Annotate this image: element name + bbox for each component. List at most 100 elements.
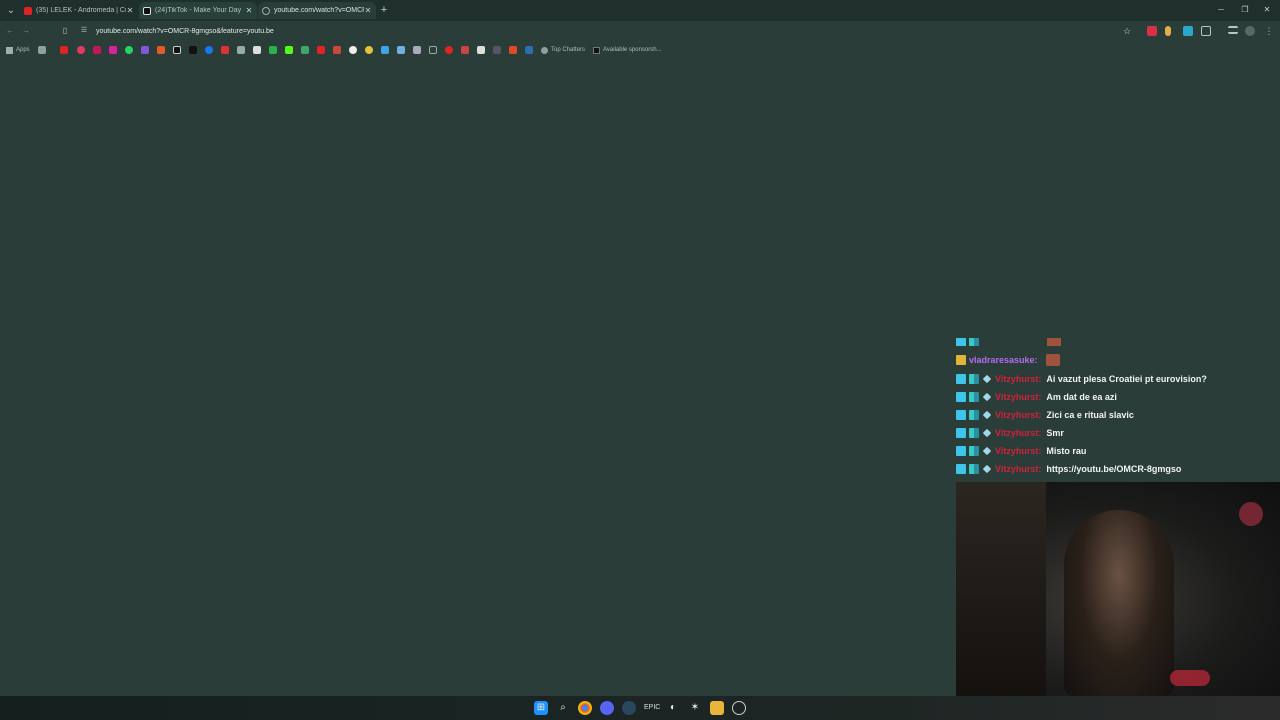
- steam-icon[interactable]: [622, 701, 636, 715]
- restore-button[interactable]: ❐: [1238, 4, 1252, 16]
- globe-icon: [541, 46, 548, 54]
- x-twitter-icon[interactable]: [173, 46, 181, 54]
- extension-icon[interactable]: [1165, 26, 1171, 36]
- bookmark-icon[interactable]: [525, 46, 533, 54]
- new-tab-button[interactable]: +: [378, 3, 390, 17]
- tab-title: (35) LELEK - Andromeda | Croati: [36, 7, 126, 14]
- site-info-icon[interactable]: ☰: [80, 27, 88, 35]
- address-bar[interactable]: ☰ youtube.com/watch?v=OMCR-8gmgso&featur…: [80, 24, 1140, 38]
- bookmark-star-icon[interactable]: ☆: [1121, 25, 1133, 37]
- profile-avatar[interactable]: [1245, 26, 1255, 36]
- bookmark-icon[interactable]: [509, 46, 517, 54]
- bookmark-icon[interactable]: [93, 46, 101, 54]
- close-icon[interactable]: ✕: [245, 6, 253, 15]
- top-chatters-bookmark[interactable]: Top Chatters: [541, 45, 585, 55]
- available-sponsorship-bookmark[interactable]: Available sponsorsh...: [593, 45, 662, 55]
- discord-icon[interactable]: [600, 701, 614, 715]
- kick-icon[interactable]: [285, 46, 293, 54]
- bookmarks-bar: Apps Top Chatters Available sponsorsh...: [0, 42, 1280, 58]
- bookmark-icon[interactable]: [413, 46, 421, 54]
- forward-button[interactable]: →: [20, 25, 32, 37]
- tab-tiktok[interactable]: (24)TikTok - Make Your Day ✕: [139, 2, 257, 19]
- tab-youtube-link[interactable]: youtube.com/watch?v=OMCR- ✕: [258, 2, 376, 19]
- bookmark-icon[interactable]: [477, 46, 485, 54]
- available-sponsorship-label: Available sponsorsh...: [603, 47, 662, 53]
- bookmark-icon[interactable]: [269, 46, 277, 54]
- chat-username: Vitzyhurst:: [995, 410, 1042, 420]
- bookmark-icon[interactable]: [493, 46, 501, 54]
- prime-badge-icon: [956, 392, 966, 402]
- bookmark-icon[interactable]: [365, 46, 373, 54]
- bookmark-icon[interactable]: [397, 46, 405, 54]
- bookmark-icon[interactable]: [333, 46, 341, 54]
- close-icon[interactable]: ✕: [364, 6, 372, 15]
- apps-grid-icon: [6, 46, 13, 54]
- prime-badge-icon: [956, 428, 966, 438]
- sub-badge-icon: [969, 338, 979, 346]
- app-icon[interactable]: ◐: [666, 701, 680, 715]
- chat-message: Vitzyhurst: Smr: [956, 426, 1064, 440]
- window-close-button[interactable]: ✕: [1260, 4, 1274, 16]
- instagram-icon[interactable]: [109, 46, 117, 54]
- more-menu-icon[interactable]: ⋮: [1264, 26, 1274, 36]
- youtube-icon: [24, 6, 32, 15]
- chat-text: Ai vazut plesa Croatiei pt eurovision?: [1046, 374, 1207, 384]
- bookmark-icon[interactable]: [38, 46, 46, 54]
- bookmark-icon[interactable]: [237, 46, 245, 54]
- chat-username: Vitzyhurst:: [995, 392, 1042, 402]
- browser-toolbar: ← → ▯ ☰ youtube.com/watch?v=OMCR-8gmgso&…: [0, 21, 1280, 57]
- bookmark-icon[interactable]: [349, 46, 357, 54]
- bookmark-icon[interactable]: [253, 46, 261, 54]
- prime-badge-icon: [956, 374, 966, 384]
- bookmark-icon[interactable]: [77, 46, 85, 54]
- extension-icon[interactable]: [1147, 26, 1157, 36]
- gem-badge-icon: [982, 392, 992, 402]
- epic-games-icon[interactable]: EPIC: [644, 701, 660, 715]
- bookmark-icon[interactable]: [445, 46, 453, 54]
- bookmark-icon[interactable]: [221, 46, 229, 54]
- chat-message: vladraresasuke:: [956, 353, 1060, 367]
- obs-icon[interactable]: [732, 701, 746, 715]
- file-explorer-icon[interactable]: [710, 701, 724, 715]
- streamer-figure: [1064, 510, 1174, 696]
- search-icon[interactable]: ⌕: [556, 701, 570, 715]
- bookmark-icon[interactable]: [429, 46, 437, 54]
- extension-icon[interactable]: [1183, 26, 1193, 36]
- chat-text: Misto rau: [1046, 446, 1087, 456]
- apps-label: Apps: [16, 47, 30, 53]
- tab-search-chevron-icon[interactable]: ⌄: [4, 4, 18, 17]
- chat-username: Vitzyhurst:: [995, 374, 1042, 384]
- bookmark-icon: [593, 46, 600, 54]
- youtube-bookmark-icon[interactable]: [60, 46, 68, 54]
- bookmark-icon[interactable]: [141, 46, 149, 54]
- bookmark-icon[interactable]: [381, 46, 389, 54]
- sub-badge-icon: [969, 428, 979, 438]
- windows-start-icon[interactable]: ⊞: [534, 701, 548, 715]
- close-icon[interactable]: ✕: [126, 6, 134, 15]
- webcam-overlay: [956, 482, 1280, 696]
- bookmark-icon[interactable]: [317, 46, 325, 54]
- sub-badge-icon: [969, 446, 979, 456]
- extensions-puzzle-icon[interactable]: [1201, 26, 1211, 36]
- tiktok-bookmark-icon[interactable]: [189, 46, 197, 54]
- gem-badge-icon: [982, 464, 992, 474]
- webcam-light: [1170, 670, 1210, 686]
- facebook-icon[interactable]: [205, 46, 213, 54]
- sidebar-icon[interactable]: ▯: [59, 25, 71, 37]
- whatsapp-icon[interactable]: [125, 46, 133, 54]
- bookmark-icon[interactable]: [301, 46, 309, 54]
- bookmark-icon[interactable]: [461, 46, 469, 54]
- minimize-button[interactable]: ─: [1214, 4, 1228, 16]
- prime-badge-icon: [956, 338, 966, 346]
- address-bar-url: youtube.com/watch?v=OMCR-8gmgso&feature=…: [96, 27, 274, 35]
- prime-badge-icon: [956, 410, 966, 420]
- stream-chat-overlay: vladraresasuke: Vitzyhurst: Ai vazut ple…: [956, 338, 1280, 482]
- apps-bookmark[interactable]: Apps: [6, 45, 30, 55]
- bookmark-icon[interactable]: [157, 46, 165, 54]
- media-controls-icon[interactable]: [1228, 26, 1238, 34]
- back-button[interactable]: ←: [4, 25, 16, 37]
- tab-youtube-lelek[interactable]: (35) LELEK - Andromeda | Croati ✕: [20, 2, 138, 19]
- app-icon[interactable]: ✶: [688, 701, 702, 715]
- emote-icon: [1047, 338, 1061, 346]
- chrome-icon[interactable]: [578, 701, 592, 715]
